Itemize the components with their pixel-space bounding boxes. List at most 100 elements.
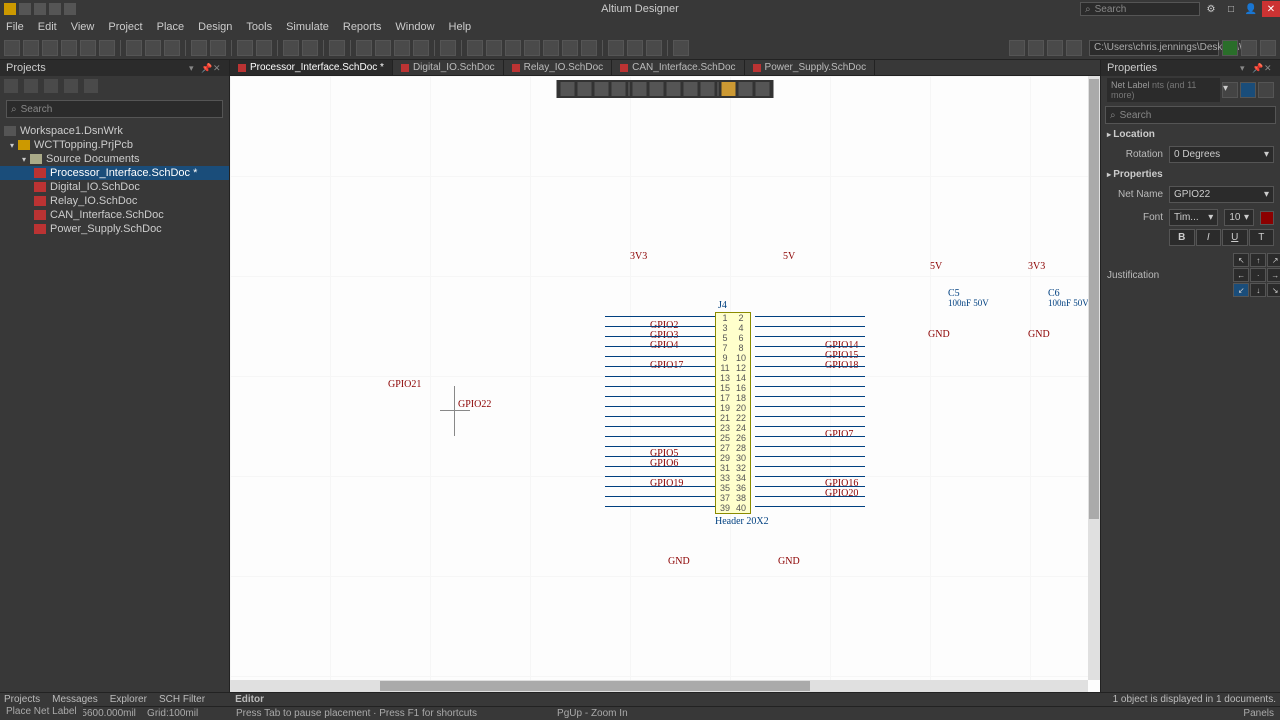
just-ml[interactable]: ← (1233, 268, 1249, 282)
wire[interactable] (605, 366, 715, 367)
wire[interactable] (755, 486, 865, 487)
menu-edit[interactable]: Edit (38, 21, 57, 33)
net-3v3[interactable]: 3V3 (630, 251, 647, 262)
vertical-scrollbar[interactable] (1088, 76, 1100, 680)
tb-btn[interactable] (99, 40, 115, 56)
menu-file[interactable]: File (6, 21, 24, 33)
dropdown-icon[interactable]: ▾ (189, 63, 199, 73)
tree-doc[interactable]: Power_Supply.SchDoc (0, 222, 229, 236)
filter-btn[interactable]: ▾ (1222, 82, 1238, 98)
wire[interactable] (605, 346, 715, 347)
wire[interactable] (605, 406, 715, 407)
tree-doc[interactable]: CAN_Interface.SchDoc (0, 208, 229, 222)
wire[interactable] (755, 416, 865, 417)
wire[interactable] (755, 446, 865, 447)
tb-home[interactable] (1260, 40, 1276, 56)
netname-field[interactable]: GPIO22 ▾ (1169, 186, 1274, 203)
wire[interactable] (605, 486, 715, 487)
settings-icon[interactable]: ⚙ (1202, 1, 1220, 17)
wire[interactable] (605, 316, 715, 317)
wire[interactable] (755, 336, 865, 337)
tb-print[interactable] (61, 40, 77, 56)
pin-icon[interactable]: 📌 (201, 63, 211, 73)
tree-folder[interactable]: ▾ Source Documents (0, 152, 229, 166)
tb-btn[interactable] (329, 40, 345, 56)
tb-btn[interactable] (283, 40, 299, 56)
wire[interactable] (605, 386, 715, 387)
wire[interactable] (605, 506, 715, 507)
tb-btn[interactable] (505, 40, 521, 56)
path-field[interactable]: C:\Users\chris.jennings\Desktop\W (1089, 40, 1219, 56)
tb-btn[interactable] (394, 40, 410, 56)
net-gnd[interactable]: GND (1028, 329, 1050, 340)
tree-project[interactable]: ▾ WCTTopping.PrjPcb (0, 138, 229, 152)
wire[interactable] (755, 426, 865, 427)
tb-btn[interactable] (467, 40, 483, 56)
just-br[interactable]: ↘ (1267, 283, 1280, 297)
header-connector[interactable]: 1234567891011121314151617181920212223242… (715, 312, 751, 514)
menu-view[interactable]: View (71, 21, 95, 33)
tb-undo[interactable] (237, 40, 253, 56)
tab-projects[interactable]: Projects (4, 694, 40, 705)
wire[interactable] (755, 466, 865, 467)
wire[interactable] (605, 436, 715, 437)
menu-reports[interactable]: Reports (343, 21, 382, 33)
net-label[interactable]: GPIO7 (825, 429, 853, 440)
tb-btn[interactable] (413, 40, 429, 56)
tab-messages[interactable]: Messages (52, 694, 98, 705)
properties-search[interactable]: ⌕ Search (1105, 106, 1276, 124)
wire[interactable] (755, 316, 865, 317)
horizontal-scrollbar[interactable] (230, 680, 1088, 692)
just-bl[interactable]: ↙ (1233, 283, 1249, 297)
net-label[interactable]: GPIO20 (825, 488, 858, 499)
font-family-field[interactable]: Tim... ▾ (1169, 209, 1218, 226)
menu-help[interactable]: Help (449, 21, 472, 33)
tb-btn[interactable] (627, 40, 643, 56)
menu-design[interactable]: Design (198, 21, 232, 33)
wire[interactable] (605, 446, 715, 447)
tb-btn[interactable] (608, 40, 624, 56)
net-label[interactable]: GPIO6 (650, 458, 678, 469)
tb-btn[interactable] (64, 79, 78, 93)
tb-btn[interactable] (24, 79, 38, 93)
scroll-thumb[interactable] (380, 681, 810, 691)
tb-btn[interactable] (1009, 40, 1025, 56)
wire[interactable] (755, 326, 865, 327)
tb-copy[interactable] (145, 40, 161, 56)
close-icon[interactable]: ✕ (213, 63, 223, 73)
wire[interactable] (605, 456, 715, 457)
menu-place[interactable]: Place (157, 21, 185, 33)
wire[interactable] (755, 406, 865, 407)
tb-nav-back[interactable] (1222, 40, 1238, 56)
editor-tab[interactable]: Editor (235, 694, 264, 705)
tb-btn[interactable] (1066, 40, 1082, 56)
just-tc[interactable]: ↑ (1250, 253, 1266, 267)
user-icon[interactable]: 👤 (1242, 1, 1260, 17)
wire[interactable] (755, 496, 865, 497)
section-properties[interactable]: Properties (1101, 166, 1280, 183)
global-search[interactable]: ⌕ Search (1080, 2, 1200, 16)
tree-doc[interactable]: Digital_IO.SchDoc (0, 180, 229, 194)
tb-cut[interactable] (126, 40, 142, 56)
tab-explorer[interactable]: Explorer (110, 694, 147, 705)
wire[interactable] (755, 456, 865, 457)
tb-btn[interactable] (562, 40, 578, 56)
wire[interactable] (605, 396, 715, 397)
section-location[interactable]: Location (1101, 126, 1280, 143)
close-icon[interactable]: ✕ (1264, 63, 1274, 73)
tb-btn[interactable] (84, 79, 98, 93)
doc-tab[interactable]: Relay_IO.SchDoc (504, 60, 612, 75)
tb-btn[interactable] (191, 40, 207, 56)
doc-tab[interactable]: Power_Supply.SchDoc (745, 60, 876, 75)
select-mode-icon[interactable] (1240, 82, 1256, 98)
panels-button[interactable]: Panels (1243, 708, 1274, 719)
projects-search[interactable]: ⌕ Search (6, 100, 223, 118)
menu-tools[interactable]: Tools (246, 21, 272, 33)
tb-nav-fwd[interactable] (1241, 40, 1257, 56)
tree-doc[interactable]: Relay_IO.SchDoc (0, 194, 229, 208)
tree-workspace[interactable]: Workspace1.DsnWrk (0, 124, 229, 138)
pin-icon[interactable]: 📌 (1252, 63, 1262, 73)
tb-btn[interactable] (1047, 40, 1063, 56)
wire[interactable] (755, 376, 865, 377)
qat-icon[interactable] (49, 3, 61, 15)
